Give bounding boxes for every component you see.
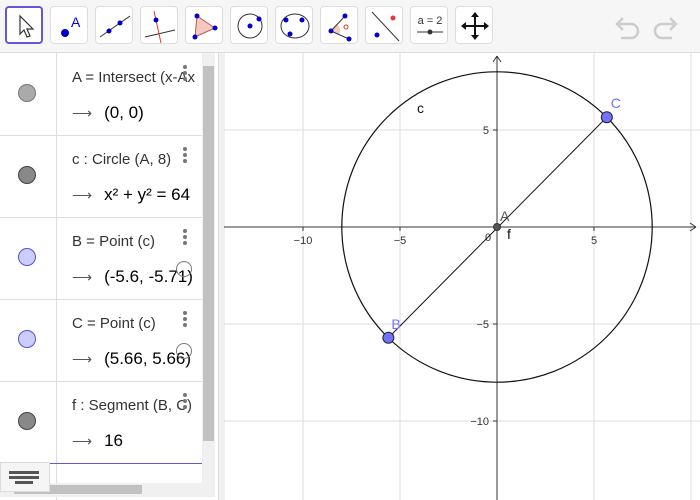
point-B xyxy=(382,331,395,344)
algebra-view: A = Intersect (x-Ax ⟶ (0, 0) c : Circle (… xyxy=(0,53,218,500)
more-menu-icon[interactable] xyxy=(183,65,187,83)
x-tick-label: −10 xyxy=(294,235,313,247)
play-animation-icon[interactable] xyxy=(176,343,192,359)
value-line: ⟶ (5.66, 5.66) xyxy=(72,349,191,369)
x-tick-label: 5 xyxy=(591,235,597,247)
algebra-item-f[interactable]: f : Segment (B, C) ⟶ 16 xyxy=(0,381,202,464)
point-label: B xyxy=(391,316,400,332)
line-tool-button[interactable] xyxy=(95,6,133,44)
angle-tool-button[interactable] xyxy=(320,6,358,44)
value-line: ⟶ x² + y² = 64 xyxy=(72,185,190,205)
segment-label: f xyxy=(507,226,511,242)
value-line: ⟶ (0, 0) xyxy=(72,103,144,123)
value: x² + y² = 64 xyxy=(104,185,191,204)
value-line: ⟶ 16 xyxy=(72,431,123,451)
point-tool-label: A xyxy=(71,14,81,30)
keyboard-icon xyxy=(9,471,39,484)
move-tool-button[interactable] xyxy=(5,6,43,44)
origin-label: 0 xyxy=(485,232,491,244)
x-tick-label: −5 xyxy=(394,235,407,247)
move-graphics-tool-button[interactable] xyxy=(455,6,493,44)
arrow-icon: ⟶ xyxy=(72,187,93,203)
toolbar: A a = 2 xyxy=(0,0,700,53)
undo-button[interactable] xyxy=(613,12,643,40)
definition[interactable]: C = Point (c) xyxy=(72,315,156,332)
definition[interactable]: A = Intersect (x-Ax xyxy=(72,69,195,86)
y-tick-label: −10 xyxy=(470,416,489,428)
circle-three-points-tool-button[interactable] xyxy=(275,6,313,44)
redo-button[interactable] xyxy=(650,12,680,40)
graphics-view[interactable]: −10 −5 5 5 −5 −10 0 c fA B C xyxy=(224,53,700,500)
point-tool-button[interactable]: A xyxy=(50,6,88,44)
circle-tool-button[interactable] xyxy=(230,6,268,44)
definition[interactable]: c : Circle (A, 8) xyxy=(72,151,171,168)
arrow-icon: ⟶ xyxy=(72,433,93,449)
point-label: C xyxy=(611,95,621,111)
algebra-item-B[interactable]: B = Point (c) ⟶ (-5.6, -5.71) xyxy=(0,217,202,300)
more-menu-icon[interactable] xyxy=(183,147,187,165)
circle-label: c xyxy=(417,100,424,116)
play-animation-icon[interactable] xyxy=(176,261,192,277)
visibility-toggle[interactable] xyxy=(18,412,36,430)
visibility-toggle[interactable] xyxy=(18,166,36,184)
perpendicular-line-tool-button[interactable] xyxy=(140,6,178,44)
arrow-icon: ⟶ xyxy=(72,105,93,121)
definition[interactable]: B = Point (c) xyxy=(72,233,155,250)
slider-tool-label: a = 2 xyxy=(418,15,443,27)
definition[interactable]: f : Segment (B, C) xyxy=(72,397,192,414)
point-label: A xyxy=(500,208,510,224)
point-C xyxy=(600,111,613,124)
slider-tool-button[interactable]: a = 2 xyxy=(410,6,448,44)
y-tick-label: 5 xyxy=(483,125,489,137)
visibility-toggle[interactable] xyxy=(18,330,36,348)
algebra-item-C[interactable]: C = Point (c) ⟶ (5.66, 5.66) xyxy=(0,299,202,382)
arrow-icon: ⟶ xyxy=(72,351,93,367)
keyboard-button[interactable] xyxy=(0,462,50,492)
y-tick-label: −5 xyxy=(476,319,489,331)
visibility-toggle[interactable] xyxy=(18,248,36,266)
reflect-tool-button[interactable] xyxy=(365,6,403,44)
value: 16 xyxy=(104,431,123,450)
polygon-tool-button[interactable] xyxy=(185,6,223,44)
point-A xyxy=(493,223,501,231)
visibility-toggle[interactable] xyxy=(18,84,36,102)
arrow-icon: ⟶ xyxy=(72,269,93,285)
value-line: ⟶ (-5.6, -5.71) xyxy=(72,267,193,287)
value: (0, 0) xyxy=(104,103,144,122)
more-menu-icon[interactable] xyxy=(183,393,187,411)
vertical-scrollbar-thumb[interactable] xyxy=(203,66,214,441)
more-menu-icon[interactable] xyxy=(183,311,187,329)
algebra-item-A[interactable]: A = Intersect (x-Ax ⟶ (0, 0) xyxy=(0,53,202,136)
algebra-item-c[interactable]: c : Circle (A, 8) ⟶ x² + y² = 64 xyxy=(0,135,202,218)
more-menu-icon[interactable] xyxy=(183,229,187,247)
